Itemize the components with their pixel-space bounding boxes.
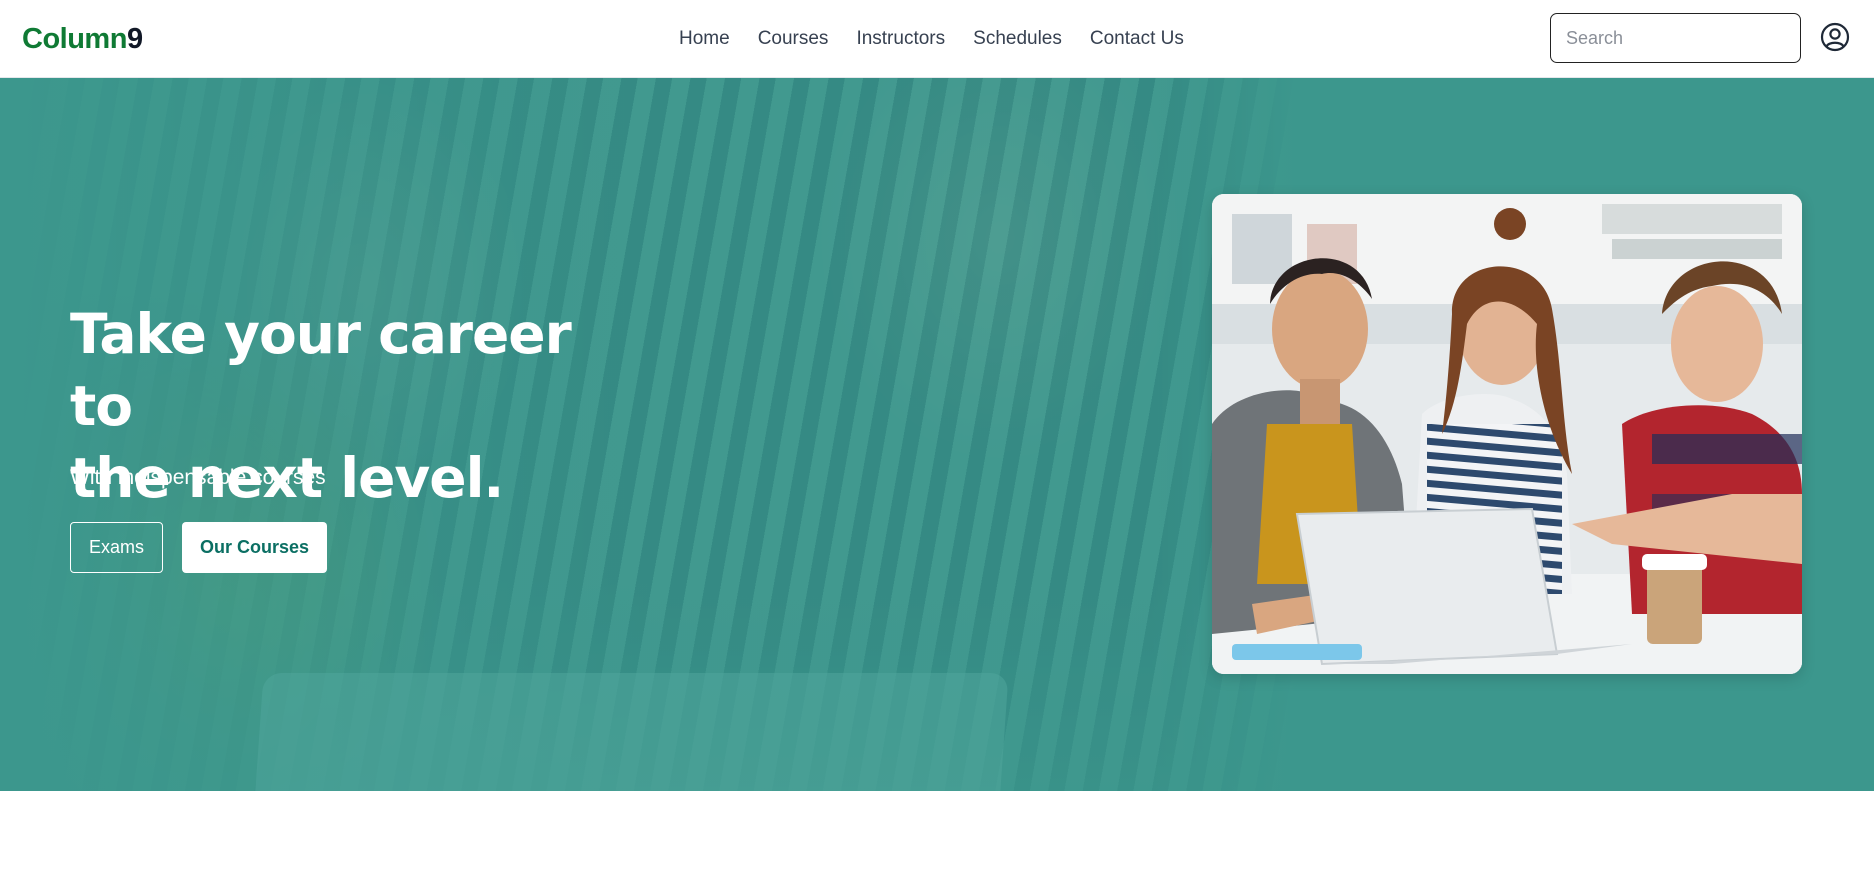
hero-section: Take your career to the next level. With… [0, 78, 1874, 791]
brand-logo-word: Column [22, 23, 127, 55]
nav-instructors-link[interactable]: Instructors [842, 25, 959, 55]
brand-logo-number: 9 [126, 23, 143, 55]
user-account-button[interactable] [1820, 22, 1850, 52]
students-laptop-illustration [1212, 194, 1802, 674]
nav-courses-link[interactable]: Courses [744, 25, 843, 55]
nav-schedules-link[interactable]: Schedules [959, 25, 1076, 55]
exams-button[interactable]: Exams [70, 522, 163, 573]
hero-subtitle: With indispensable courses [70, 466, 326, 489]
nav-home-link[interactable]: Home [665, 25, 744, 55]
hero-title-line-1: Take your career to [70, 302, 572, 438]
main-nav: Home Courses Instructors Schedules Conta… [665, 25, 1198, 55]
hero-photo [1212, 194, 1802, 674]
user-circle-icon [1820, 22, 1850, 52]
nav-contact-link[interactable]: Contact Us [1076, 25, 1198, 55]
our-courses-button[interactable]: Our Courses [182, 522, 327, 573]
site-header: Column9 Home Courses Instructors Schedul… [0, 0, 1874, 78]
search-input[interactable] [1550, 13, 1801, 63]
brand-logo[interactable]: Column9 [22, 22, 143, 56]
